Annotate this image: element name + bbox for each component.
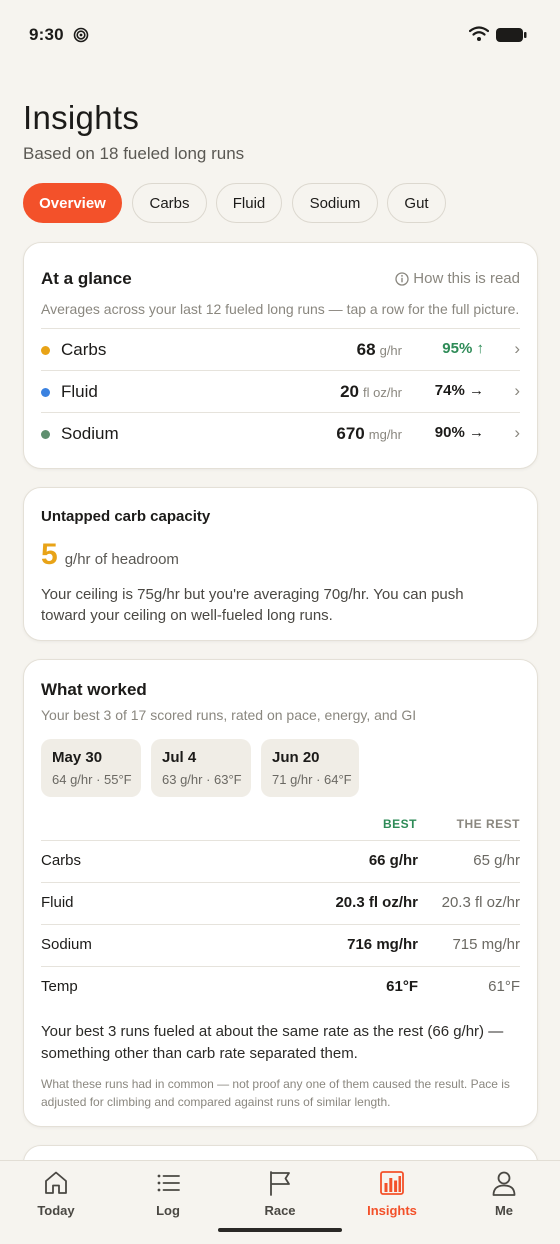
carb-capacity-card: Untapped carb capacity 5 g/hr of headroo…: [23, 487, 538, 641]
carbs-dot: [41, 346, 50, 355]
comparison-label: Carbs: [41, 852, 82, 869]
run-date: Jul 4: [162, 749, 197, 766]
capacity-title: Untapped carb capacity: [41, 508, 211, 525]
comparison-row-fluid: Fluid 20.3 fl oz/hr 20.3 fl oz/hr: [41, 882, 520, 924]
tab-sodium[interactable]: Sodium: [292, 183, 378, 223]
comparison-row-sodium: Sodium 716 mg/hr 715 mg/hr: [41, 924, 520, 966]
fluid-dot: [41, 388, 50, 397]
battery-icon: [496, 28, 527, 42]
value-unit: g/hr: [379, 343, 402, 358]
status-bar: 9:30: [0, 0, 560, 70]
column-header-best: BEST: [382, 817, 417, 831]
nav-label: Log: [156, 1203, 180, 1218]
glance-row-name: Carbs: [61, 340, 107, 359]
headroom-stat: 5 g/hr of headroom: [41, 538, 179, 572]
nav-label: Me: [494, 1203, 514, 1218]
wifi-icon: [469, 26, 489, 41]
run-chip[interactable]: Jun 20 71 g/hr · 64°F: [261, 739, 359, 797]
status-time: 9:30: [29, 25, 64, 44]
nav-label: Today: [37, 1203, 75, 1218]
tab-fluid[interactable]: Fluid: [216, 183, 282, 223]
value-number: 68: [356, 340, 376, 359]
chevron-right-icon: ›: [514, 423, 520, 442]
at-a-glance-card: At a glance How this is read Averages ac…: [23, 242, 538, 469]
glance-row-percent: 90% →: [434, 424, 484, 441]
capacity-body: Your ceiling is 75g/hr but you're averag…: [41, 586, 464, 624]
rest-value: 20.3 fl oz/hr: [441, 894, 520, 911]
value-number: 670: [336, 424, 365, 443]
best-value: 20.3 fl oz/hr: [335, 894, 418, 911]
flag-icon: [270, 1171, 290, 1196]
glance-row-fluid[interactable]: Fluid 20 fl oz/hr 74% → ›: [41, 371, 520, 412]
glance-row-value: 68 g/hr: [357, 340, 402, 360]
headroom-number: 5: [41, 538, 58, 571]
glance-title: At a glance: [41, 269, 132, 288]
comparison-row-temp: Temp 61°F 61°F: [41, 966, 520, 1008]
run-stats: 71 g/hr · 64°F: [272, 772, 352, 787]
how-this-is-read-link[interactable]: How this is read: [395, 270, 520, 287]
best-value: 716 mg/hr: [347, 936, 418, 953]
comparison-label: Sodium: [41, 936, 92, 953]
rest-value: 61°F: [488, 978, 520, 995]
sodium-dot: [41, 430, 50, 439]
nav-race[interactable]: Race: [235, 1169, 325, 1225]
run-chip[interactable]: May 30 64 g/hr · 55°F: [41, 739, 141, 797]
glance-row-value: 20 fl oz/hr: [340, 382, 402, 402]
value-unit: mg/hr: [368, 427, 402, 442]
glance-row-value: 670 mg/hr: [336, 424, 402, 444]
column-header-rest: THE REST: [456, 817, 520, 831]
worked-note: What these runs had in common — not proo…: [41, 1077, 510, 1109]
best-value: 61°F: [386, 978, 418, 995]
best-value: 66 g/hr: [368, 852, 418, 869]
nav-label: Race: [264, 1203, 296, 1218]
nav-me[interactable]: Me: [459, 1169, 549, 1225]
person-icon: [492, 1171, 516, 1196]
home-icon: [45, 1171, 67, 1194]
headroom-caption: g/hr of headroom: [64, 551, 179, 568]
comparison-row-carbs: Carbs 66 g/hr 65 g/hr: [41, 840, 520, 882]
page-subtitle: Based on 18 fueled long runs: [23, 144, 245, 163]
value-unit: fl oz/hr: [362, 385, 402, 400]
page-title: Insights: [23, 99, 140, 136]
glance-row-carbs[interactable]: Carbs 68 g/hr 95% ↑ ›: [41, 329, 520, 370]
run-stats: 64 g/hr · 55°F: [52, 772, 132, 787]
glance-row-percent: 95% ↑: [442, 340, 484, 357]
glance-row-name: Fluid: [61, 382, 98, 401]
tab-carbs[interactable]: Carbs: [132, 183, 207, 223]
chevron-right-icon: ›: [514, 381, 520, 400]
nav-label: Insights: [367, 1203, 417, 1218]
worked-summary: Your best 3 runs fueled at about the sam…: [41, 1023, 504, 1062]
nav-insights[interactable]: Insights: [347, 1169, 437, 1225]
value-number: 20: [340, 382, 359, 401]
home-indicator: [218, 1228, 342, 1232]
tab-gut[interactable]: Gut: [387, 183, 446, 223]
list-icon: [157, 1174, 180, 1192]
worked-title: What worked: [41, 680, 147, 699]
run-date: May 30: [52, 749, 103, 766]
comparison-label: Fluid: [41, 894, 74, 911]
comparison-label: Temp: [41, 978, 78, 995]
chevron-right-icon: ›: [514, 339, 520, 358]
info-icon: [395, 271, 409, 286]
glance-row-sodium[interactable]: Sodium 670 mg/hr 90% → ›: [41, 413, 520, 454]
focus-ring-icon: [73, 27, 89, 43]
glance-row-percent: 74% →: [434, 382, 484, 399]
run-chip[interactable]: Jul 4 63 g/hr · 63°F: [151, 739, 251, 797]
worked-subtitle: Your best 3 of 17 scored runs, rated on …: [41, 707, 417, 723]
rest-value: 65 g/hr: [473, 852, 520, 869]
run-date: Jun 20: [272, 749, 320, 766]
glance-row-name: Sodium: [61, 424, 119, 443]
run-stats: 63 g/hr · 63°F: [162, 772, 242, 787]
bar-chart-icon: [380, 1171, 404, 1195]
rest-value: 715 mg/hr: [452, 936, 520, 953]
nav-today[interactable]: Today: [11, 1169, 101, 1225]
glance-description: Averages across your last 12 fueled long…: [41, 301, 520, 317]
nav-log[interactable]: Log: [123, 1169, 213, 1225]
how-this-is-read-label: How this is read: [413, 270, 520, 287]
tab-overview[interactable]: Overview: [23, 183, 122, 223]
what-worked-card: What worked Your best 3 of 17 scored run…: [23, 659, 538, 1127]
